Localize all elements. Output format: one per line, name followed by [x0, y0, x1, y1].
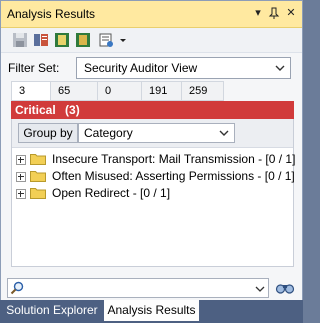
- filter-set-value: Security Auditor View: [84, 61, 198, 75]
- critical-title: Critical: [15, 103, 56, 117]
- tab-high-count[interactable]: 65: [51, 81, 98, 101]
- tree-item-label: Insecure Transport: Mail Transmission - …: [52, 152, 296, 166]
- tree-item[interactable]: Insecure Transport: Mail Transmission - …: [16, 151, 295, 167]
- pin-icon[interactable]: [267, 6, 281, 20]
- search-box: [7, 278, 269, 298]
- filter-set-dropdown[interactable]: Security Auditor View: [76, 57, 291, 79]
- tab-all-count[interactable]: 259: [182, 81, 224, 101]
- folder-icon: [30, 187, 46, 199]
- chevron-down-icon: [218, 127, 230, 139]
- critical-section-header: Critical (3): [11, 101, 294, 119]
- report-icon[interactable]: [33, 32, 49, 48]
- filter-set-label: Filter Set:: [8, 61, 60, 75]
- tab-medium-count[interactable]: 0: [98, 81, 142, 101]
- tree-item-label: Often Misused: Asserting Permissions - […: [52, 169, 295, 183]
- save-icon[interactable]: [12, 32, 28, 48]
- severity-tabs: 3 65 0 191 259: [11, 81, 294, 101]
- window-menu-dropdown-icon[interactable]: ▾: [251, 6, 265, 20]
- issues-panel: Group by Category Insecure Transport: Ma…: [11, 119, 295, 267]
- folder-icon: [30, 153, 46, 165]
- bottom-tab-bar: Solution Explorer Analysis Results: [0, 300, 303, 323]
- toolbar-dropdown-icon[interactable]: [119, 32, 127, 48]
- expand-icon[interactable]: [16, 172, 26, 182]
- group-by-value: Category: [84, 126, 133, 140]
- toolbar: [1, 28, 302, 53]
- tree-item-label: Open Redirect - [0 / 1]: [52, 186, 171, 200]
- tree-item[interactable]: Open Redirect - [0 / 1]: [16, 185, 291, 201]
- group-by-button[interactable]: Group by: [18, 123, 78, 143]
- group-by-dropdown[interactable]: Category: [78, 123, 235, 143]
- tab-low-count[interactable]: 191: [142, 81, 182, 101]
- tab-analysis-results[interactable]: Analysis Results: [104, 300, 199, 321]
- export-xml-icon[interactable]: [75, 32, 91, 48]
- group-by-bar: Group by Category: [12, 119, 293, 148]
- analysis-results-window: Analysis Results ▾ ✕ Filter Set: Securit…: [0, 0, 303, 323]
- search-input[interactable]: [28, 280, 248, 296]
- tab-critical-count[interactable]: 3: [11, 81, 51, 101]
- tree-item[interactable]: Often Misused: Asserting Permissions - […: [16, 168, 295, 184]
- title-bar: Analysis Results ▾ ✕: [1, 1, 302, 28]
- tab-solution-explorer[interactable]: Solution Explorer: [0, 300, 104, 321]
- expand-icon[interactable]: [16, 189, 26, 199]
- settings-icon[interactable]: [98, 32, 114, 48]
- expand-icon[interactable]: [16, 155, 26, 165]
- search-icon: [10, 281, 24, 295]
- chevron-down-icon: [274, 62, 286, 74]
- search-history-dropdown-icon[interactable]: [255, 283, 265, 293]
- export-html-icon[interactable]: [54, 32, 70, 48]
- close-icon[interactable]: ✕: [284, 6, 298, 20]
- critical-count: (3): [65, 103, 80, 117]
- folder-icon: [30, 170, 46, 182]
- find-button[interactable]: [275, 279, 295, 297]
- window-title: Analysis Results: [7, 7, 96, 21]
